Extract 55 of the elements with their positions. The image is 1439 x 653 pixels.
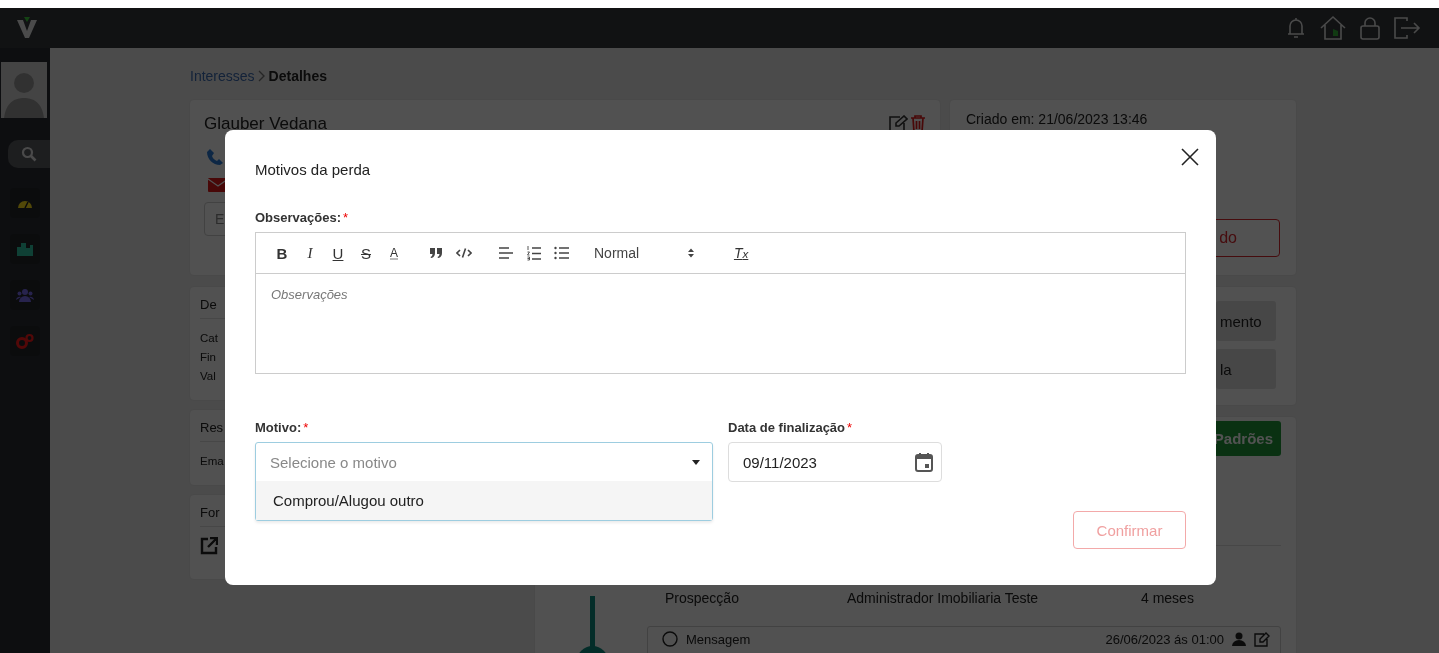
table-cell-text: Prospecção [665, 590, 740, 606]
close-icon[interactable] [1181, 148, 1199, 166]
notes-field[interactable]: Observações [255, 273, 1186, 374]
edit-icon[interactable] [888, 115, 908, 133]
text-color-button[interactable]: A [380, 241, 408, 265]
lock-icon[interactable] [1359, 16, 1381, 40]
code-icon [456, 247, 472, 259]
bold-button[interactable]: B [268, 241, 296, 265]
user-icon[interactable] [1232, 632, 1246, 646]
gears-icon [16, 333, 34, 349]
field-label: Observações: [255, 210, 341, 225]
home-icon[interactable] [1319, 15, 1347, 41]
required-mark: * [343, 210, 349, 225]
phone-icon [206, 148, 224, 166]
underline-button[interactable]: U [324, 241, 352, 265]
search-button[interactable] [8, 140, 50, 168]
strikethrough-button[interactable]: S [352, 241, 380, 265]
message-time: 26/06/2023 ás 01:00 [1105, 631, 1224, 647]
required-mark: * [847, 420, 853, 435]
date-field[interactable]: 09/11/2023 [728, 442, 942, 482]
message-title: Mensagem [686, 631, 752, 647]
table-cell: 4 meses [1141, 590, 1194, 606]
avatar-icon [1, 62, 47, 118]
detail-label: Val [200, 369, 216, 384]
dropdown-option[interactable]: Comprou/Alugou outro [256, 481, 712, 520]
updown-icon [687, 247, 696, 259]
field-label: Motivo: [255, 420, 302, 435]
contact-name: Glauber Vedana [204, 114, 327, 134]
breadcrumb-current: Detalhes [268, 68, 327, 84]
detail-label: Ema [200, 454, 224, 469]
caret-icon [692, 459, 700, 465]
circle-icon [662, 631, 678, 647]
created-date: Criado em: 21/06/2023 13:46 [966, 111, 1149, 127]
table-cell-text: Administrador Imobiliaria Teste [847, 590, 1040, 606]
logout-icon[interactable] [1393, 17, 1421, 39]
italic-button[interactable]: I [296, 241, 324, 265]
users-icon [16, 287, 34, 303]
bell-icon[interactable] [1285, 16, 1307, 40]
heading-select[interactable]: Normal [590, 245, 696, 261]
reason-select[interactable]: Selecione o motivo Comprou/Alugou outro [255, 442, 713, 521]
bullet-list-icon [554, 246, 570, 260]
building-icon [16, 241, 34, 257]
external-link-icon[interactable] [200, 537, 218, 555]
align-left-icon [498, 246, 514, 260]
detail-label: Fin [200, 350, 216, 365]
search-icon [21, 146, 37, 162]
quote-icon [429, 247, 443, 259]
ordered-list-icon [526, 245, 542, 261]
calendar-icon[interactable] [915, 452, 933, 472]
chevron-icon [257, 70, 266, 82]
dialog-title: Motivos da perda [255, 161, 371, 178]
detail-label: Cat [200, 331, 218, 346]
required-mark: * [303, 420, 309, 435]
logo-icon [16, 16, 38, 40]
field-label: Data de finalização [728, 420, 846, 435]
